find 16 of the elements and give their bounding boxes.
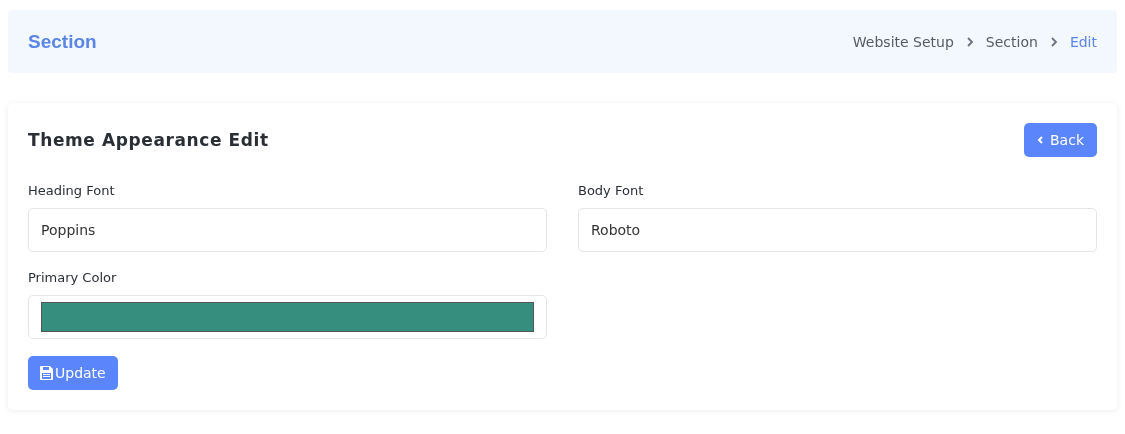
save-icon bbox=[40, 366, 53, 380]
field-label: Heading Font bbox=[28, 183, 116, 198]
back-button[interactable]: Back bbox=[1024, 123, 1097, 157]
page-title: Section bbox=[28, 30, 97, 53]
text-field[interactable]: Poppins bbox=[28, 208, 547, 252]
color-field[interactable] bbox=[28, 295, 547, 339]
text-field[interactable]: Roboto bbox=[578, 208, 1097, 252]
card-title: Theme Appearance Edit bbox=[28, 130, 269, 150]
chevron-left-icon bbox=[1037, 135, 1044, 145]
update-button[interactable]: Update bbox=[28, 356, 118, 390]
chevron-right-icon bbox=[1049, 36, 1058, 47]
breadcrumb-link[interactable]: Section bbox=[985, 33, 1038, 50]
field-label: Body Font bbox=[578, 183, 645, 198]
chevron-right-icon bbox=[965, 36, 974, 47]
breadcrumb-link[interactable]: Website Setup bbox=[852, 33, 954, 50]
field-label: Primary Color bbox=[28, 270, 118, 285]
